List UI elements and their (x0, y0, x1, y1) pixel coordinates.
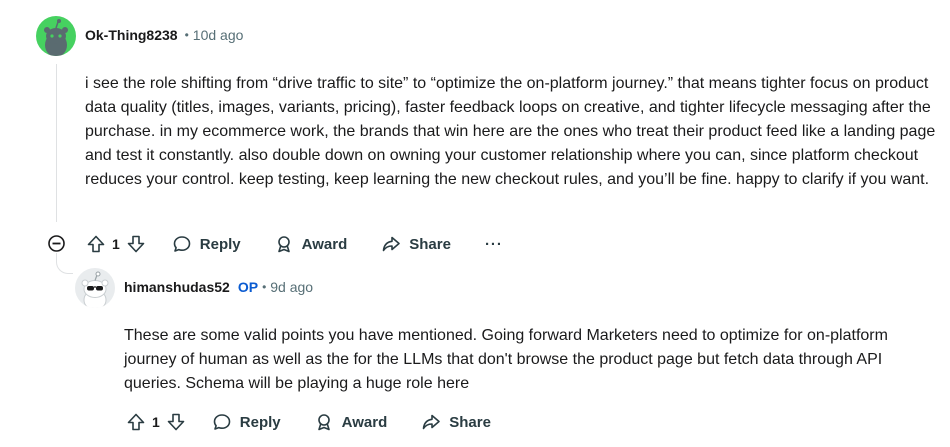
collapse-thread-button[interactable] (47, 234, 66, 253)
comment-header: himanshudas52 OP • 9d ago (124, 279, 313, 295)
reply-label: Reply (199, 235, 241, 253)
snoo-avatar-icon (36, 16, 76, 56)
more-options-button[interactable]: ··· (485, 236, 503, 253)
upvote-arrow-icon (87, 235, 105, 253)
downvote-arrow-icon (167, 413, 185, 431)
comment-author[interactable]: Ok-Thing8238 (85, 27, 178, 43)
meta-separator: • (262, 280, 267, 294)
upvote-button[interactable] (126, 412, 146, 432)
reply-label: Reply (239, 413, 281, 431)
share-arrow-icon (422, 414, 441, 430)
comment-body: These are some valid points you have men… (124, 327, 888, 392)
reply-connector-line (56, 253, 73, 274)
downvote-button[interactable] (166, 412, 186, 432)
reply-button[interactable]: Reply (212, 412, 281, 432)
avatar[interactable] (36, 16, 76, 56)
award-button[interactable]: Award (314, 412, 388, 432)
avatar[interactable] (75, 268, 115, 308)
award-button[interactable]: Award (274, 234, 348, 254)
comment-bubble-icon (173, 236, 191, 252)
meta-separator: • (184, 28, 189, 42)
minus-circle-icon (48, 235, 65, 252)
share-button[interactable]: Share (381, 234, 451, 254)
comment-header: Ok-Thing8238 • 10d ago (85, 27, 243, 43)
thread-line[interactable] (56, 64, 57, 222)
award-icon (317, 414, 330, 431)
comment-bubble-icon (213, 414, 231, 430)
share-button[interactable]: Share (421, 412, 491, 432)
comment-actions: 1 Reply Award Share (126, 407, 491, 437)
upvote-arrow-icon (127, 413, 145, 431)
reply-button[interactable]: Reply (172, 234, 241, 254)
share-arrow-icon (382, 236, 401, 252)
comment-author[interactable]: himanshudas52 (124, 279, 230, 295)
vote-count: 1 (152, 414, 160, 430)
downvote-button[interactable] (126, 234, 146, 254)
comment-timestamp[interactable]: 10d ago (193, 27, 244, 43)
comment-actions: 1 Reply Award Share ··· (86, 229, 503, 259)
award-icon (277, 236, 290, 253)
upvote-button[interactable] (86, 234, 106, 254)
vote-count: 1 (112, 236, 120, 252)
snoo-sunglasses-avatar-icon (75, 268, 115, 308)
share-label: Share (409, 235, 451, 253)
comment-timestamp[interactable]: 9d ago (270, 279, 313, 295)
op-badge: OP (237, 279, 259, 295)
award-label: Award (301, 235, 348, 253)
award-label: Award (341, 413, 388, 431)
share-label: Share (449, 413, 491, 431)
downvote-arrow-icon (127, 235, 145, 253)
comment-body: i see the role shifting from “drive traf… (85, 75, 936, 188)
